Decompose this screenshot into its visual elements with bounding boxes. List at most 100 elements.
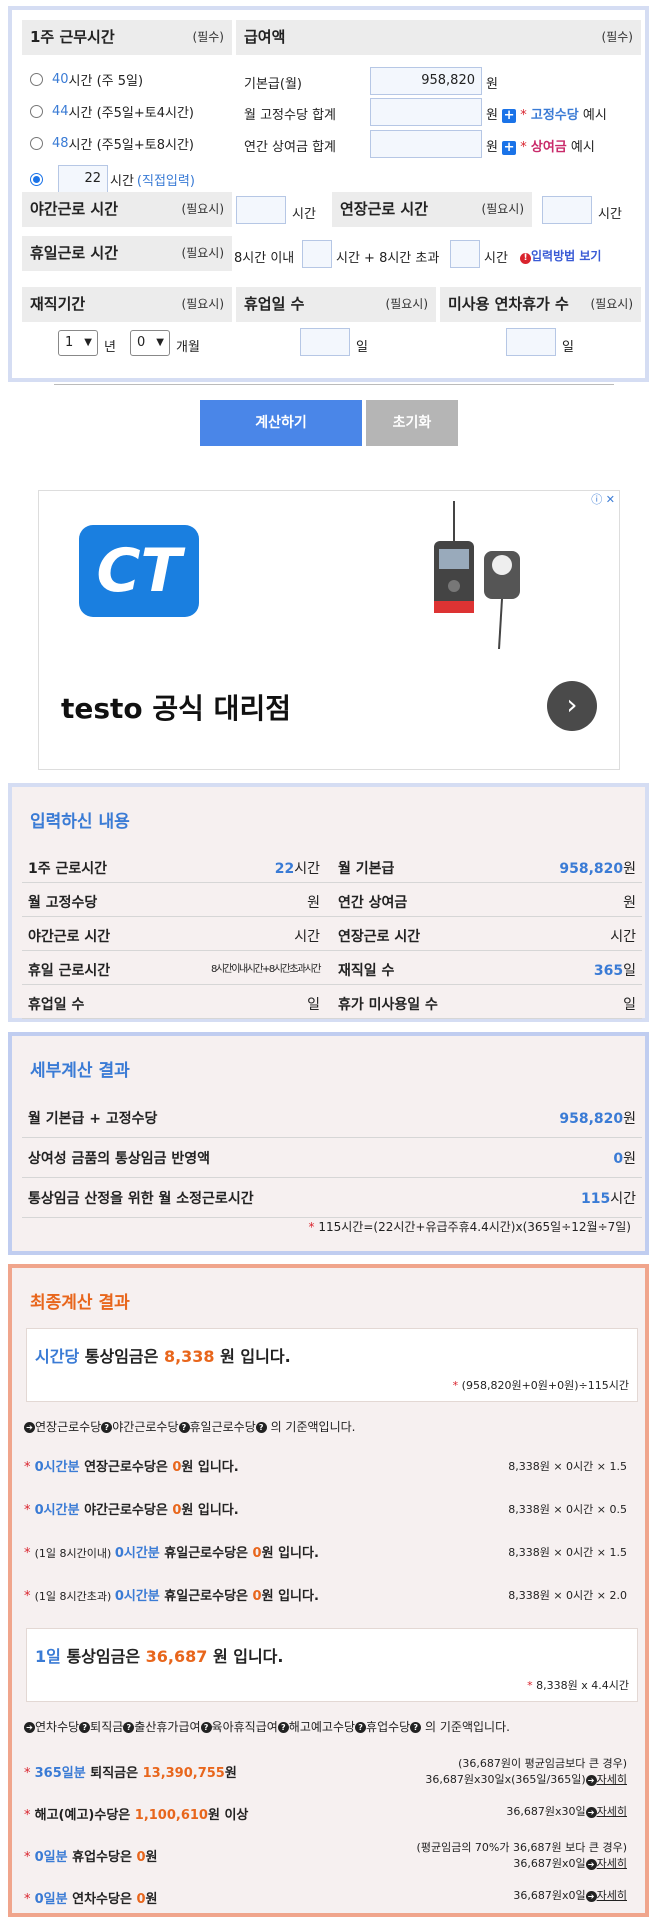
bullet: *: [24, 1503, 35, 1518]
summary-key: 휴일 근로시간: [28, 963, 111, 979]
radio-icon[interactable]: [30, 137, 43, 150]
fixed-allowance-input[interactable]: [370, 98, 482, 126]
line-name: 연장근로수당은: [84, 1460, 173, 1475]
line-prefix: (1일 8시간초과): [34, 1590, 115, 1603]
detail-unit: 원: [623, 1151, 636, 1167]
basis-item: 육아휴직급여: [211, 1720, 278, 1734]
hours-option-custom[interactable]: 22 시간 (직접입력): [30, 165, 195, 193]
plus-icon[interactable]: +: [502, 141, 517, 155]
ad-next-button[interactable]: ›: [547, 681, 597, 731]
custom-hours-input[interactable]: 22: [58, 165, 108, 193]
calculate-button[interactable]: 계산하기: [200, 400, 362, 446]
summary-value: 22시간: [275, 858, 320, 878]
hours-option-40[interactable]: 40 시간 (주 5일): [30, 70, 143, 89]
bullet: *: [24, 1460, 35, 1475]
detail-row: 상여성 금품의 통상임금 반영액 0원: [22, 1138, 642, 1178]
tenure-years-select[interactable]: 1 ▼: [58, 330, 98, 356]
line-post: 원 입니다.: [181, 1503, 239, 1518]
line-name: 퇴직금은: [90, 1766, 143, 1781]
detail-panel: 세부계산 결과 월 기본급 + 고정수당 958,820원 상여성 금품의 통상임금…: [8, 1032, 649, 1255]
summary-unit: 시간: [294, 861, 320, 877]
help-icon[interactable]: ?: [101, 1422, 113, 1433]
help-icon[interactable]: ?: [410, 1722, 422, 1733]
reset-button[interactable]: 초기화: [366, 400, 458, 446]
summary-unit: 일: [307, 997, 320, 1013]
bullet: *: [24, 1766, 35, 1781]
holiday-within-input[interactable]: [302, 240, 332, 268]
plus-icon[interactable]: +: [502, 109, 517, 123]
line-days: 365일분: [34, 1766, 91, 1781]
summary-row: 야간근로 시간 시간 연장근로 시간 시간: [22, 917, 642, 951]
final-panel: 최종계산 결과 시간당 통상임금은 8,338 원 입니다. * (958,82…: [8, 1264, 649, 1917]
bullet: *: [24, 1589, 35, 1604]
ad-banner[interactable]: ⓘ ✕ CT testo 공식 대리점 ›: [38, 490, 620, 770]
bonus-input[interactable]: [370, 130, 482, 158]
summary-unit: 일: [623, 963, 636, 979]
help-icon[interactable]: ?: [277, 1722, 289, 1733]
radio-selected-icon[interactable]: [30, 172, 43, 186]
pay-line: * 해고(예고)수당은 1,100,610원 이상: [24, 1804, 248, 1823]
calc-formula: 36,687원x0일 ➔ 자세히: [513, 1888, 627, 1904]
arrow-right-icon: ➔: [585, 1806, 597, 1818]
hours-option-48[interactable]: 48 시간 (주5일+토8시간): [30, 134, 194, 153]
holiday-over-input[interactable]: [450, 240, 480, 268]
help-icon[interactable]: ?: [355, 1722, 367, 1733]
holiday-help-link[interactable]: ! 입력방법 보기: [520, 247, 601, 264]
leave-days-header: 휴업일 수 (필요시): [236, 287, 436, 322]
pay-header: 급여액 (필수): [236, 20, 641, 55]
detail-row: 월 기본급 + 고정수당 958,820원: [22, 1098, 642, 1138]
help-icon[interactable]: ?: [123, 1722, 135, 1733]
ad-title[interactable]: testo 공식 대리점: [61, 687, 291, 727]
input-panel: 1주 근무시간 (필수) 급여액 (필수) 40 시간 (주 5일) 44 시간 (…: [8, 6, 649, 385]
details-link[interactable]: 자세히: [597, 1805, 627, 1818]
hours-option-44[interactable]: 44 시간 (주5일+토4시간): [30, 102, 194, 121]
tenure-months-select[interactable]: 0 ▼: [130, 330, 170, 356]
summary-unit: 원: [623, 861, 636, 877]
night-hours-input[interactable]: [236, 196, 286, 224]
daily-wage-value: 36,687: [145, 1647, 208, 1666]
fixed-example-link[interactable]: 고정수당: [531, 108, 579, 123]
daily-wage-box: 1일 통상임금은 36,687 원 입니다. * 8,338원 x 4.4시간: [26, 1628, 638, 1702]
line-post: 원: [224, 1766, 237, 1781]
overtime-header: 연장근로 시간 (필요시): [332, 192, 532, 227]
line-days: 0일분: [34, 1892, 73, 1907]
unused-leave-header: 미사용 연차휴가 수 (필요시): [440, 287, 641, 322]
allowance-line: * 0시간분 연장근로수당은 0원 입니다.: [24, 1456, 239, 1475]
leave-days-input[interactable]: [300, 328, 350, 356]
calc-condition: (평균임금의 70%가 36,687원 보다 큰 경우): [416, 1841, 627, 1854]
arrow-right-icon: ➔: [585, 1858, 597, 1870]
summary-value: 일: [623, 994, 636, 1014]
summary-row: 월 고정수당 원 연간 상여금 원: [22, 883, 642, 917]
base-pay-unit: 원: [486, 77, 498, 92]
product-image: [409, 501, 549, 651]
allowance-line: * (1일 8시간초과) 0시간분 휴일근로수당은 0원 입니다.: [24, 1585, 319, 1604]
weekly-hours-header: 1주 근무시간 (필수): [22, 20, 232, 55]
info-icon: !: [520, 253, 531, 264]
summary-row: 1주 근로시간 22시간 월 기본급 958,820원: [22, 849, 642, 883]
help-icon[interactable]: ?: [178, 1422, 190, 1433]
base-pay-input[interactable]: 958,820: [370, 67, 482, 95]
summary-value: 958,820원: [559, 858, 636, 878]
pay-line: * 365일분 퇴직금은 13,390,755원: [24, 1762, 237, 1781]
details-link[interactable]: 자세히: [597, 1773, 627, 1786]
help-icon[interactable]: ?: [200, 1722, 212, 1733]
help-icon[interactable]: ?: [79, 1722, 91, 1733]
summary-value-num: 365: [593, 963, 624, 979]
line-post: 원 이상: [207, 1808, 249, 1823]
line-name: 야간근로수당은: [84, 1503, 173, 1518]
details-link[interactable]: 자세히: [597, 1889, 627, 1902]
ad-choices-icon[interactable]: ⓘ ✕: [591, 491, 615, 507]
line-name: 연차수당은: [72, 1892, 137, 1907]
tenure-header: 재직기간 (필요시): [22, 287, 232, 322]
allowance-line: * 0시간분 야간근로수당은 0원 입니다.: [24, 1499, 239, 1518]
radio-icon[interactable]: [30, 105, 43, 118]
details-link[interactable]: 자세히: [597, 1857, 627, 1870]
chevron-right-icon: ›: [566, 688, 578, 721]
overtime-hours-input[interactable]: [542, 196, 592, 224]
radio-icon[interactable]: [30, 73, 43, 86]
help-icon[interactable]: ?: [255, 1422, 267, 1433]
calc-formula: 36,687원x0일 ➔ 자세히: [417, 1856, 627, 1872]
bonus-example-link[interactable]: 상여금: [531, 140, 567, 155]
unused-leave-input[interactable]: [506, 328, 556, 356]
arrow-right-icon: ➔: [585, 1774, 597, 1786]
